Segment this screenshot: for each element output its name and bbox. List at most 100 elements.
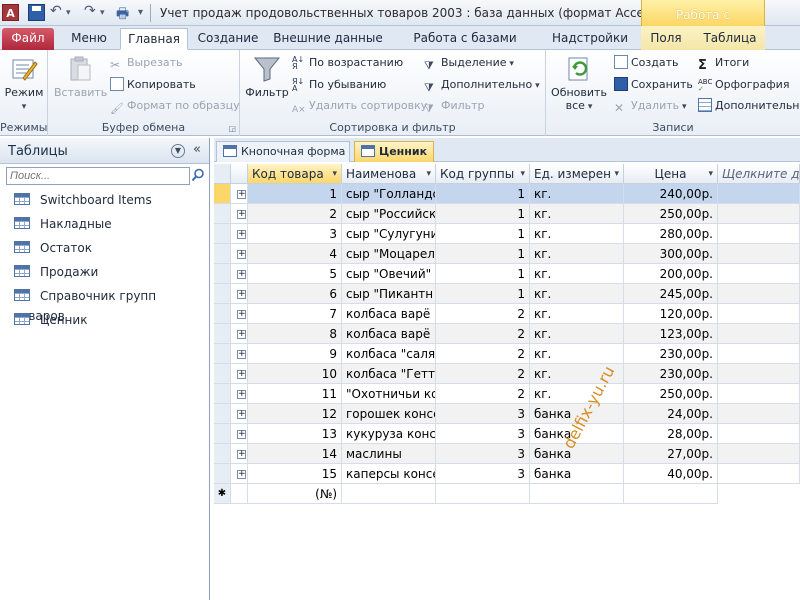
cell-group-code[interactable]: 1 [436,284,530,304]
print-icon[interactable]: 🖶 [116,3,129,27]
expand-plus-icon[interactable]: + [237,450,246,459]
cell-product-code[interactable]: 14 [248,444,342,464]
row-selector[interactable] [214,404,231,424]
select-all-corner[interactable] [214,164,231,184]
remove-sort-button[interactable]: A⨯ Удалить сортировку [292,97,427,115]
selection-button[interactable]: ⧩ Выделение [424,54,514,72]
row-selector[interactable] [214,244,231,264]
undo-icon[interactable]: ↶ [50,3,62,19]
nav-item-price-list[interactable]: Ценник [14,310,87,330]
expand-plus-icon[interactable]: + [237,470,246,479]
cell-price[interactable]: 28,00р. [624,424,718,444]
cell-name[interactable]: сыр "Российск [342,204,436,224]
new-record-cell[interactable] [530,484,624,504]
cell-price[interactable]: 230,00р. [624,344,718,364]
cell-add-field[interactable] [718,444,800,464]
cell-add-field[interactable] [718,344,800,364]
cell-add-field[interactable] [718,244,800,264]
cell-name[interactable]: сыр "Голландс [342,184,436,204]
cell-product-code[interactable]: 10 [248,364,342,384]
cell-unit[interactable]: кг. [530,184,624,204]
undo-dropdown-icon[interactable]: ▾ [66,8,71,18]
row-selector[interactable] [214,304,231,324]
new-record-cell[interactable] [624,484,718,504]
new-record-autonumber[interactable]: (№) [248,484,342,504]
copy-button[interactable]: Копировать [110,76,196,94]
cell-product-code[interactable]: 15 [248,464,342,484]
cell-group-code[interactable]: 1 [436,244,530,264]
cell-product-code[interactable]: 7 [248,304,342,324]
row-selector[interactable] [214,284,231,304]
cell-group-code[interactable]: 3 [436,444,530,464]
cell-add-field[interactable] [718,384,800,404]
tab-menu[interactable]: Меню [64,28,114,50]
cell-name[interactable]: маслины [342,444,436,464]
new-record-icon[interactable]: ✱ [214,484,231,504]
cell-price[interactable]: 240,00р. [624,184,718,204]
expand-plus-icon[interactable]: + [237,410,246,419]
row-selector[interactable] [214,224,231,244]
cell-group-code[interactable]: 1 [436,184,530,204]
expand-plus-icon[interactable]: + [237,230,246,239]
nav-item-switchboard-items[interactable]: Switchboard Items [14,190,152,210]
cell-product-code[interactable]: 3 [248,224,342,244]
cell-name[interactable]: сыр "Пикантн [342,284,436,304]
cell-group-code[interactable]: 2 [436,344,530,364]
cell-unit[interactable]: банка [530,464,624,484]
cell-name[interactable]: сыр "Моцарел [342,244,436,264]
doctab-price-list[interactable]: Ценник [354,141,434,162]
cell-unit[interactable]: кг. [530,264,624,284]
customize-toolbar-icon[interactable]: ▾ [138,7,143,18]
filter-button[interactable]: Фильтр [244,54,290,99]
cell-price[interactable]: 250,00р. [624,384,718,404]
cell-group-code[interactable]: 1 [436,264,530,284]
cell-unit[interactable]: кг. [530,244,624,264]
cell-product-code[interactable]: 9 [248,344,342,364]
toggle-filter-button[interactable]: ⧩ Фильтр [424,97,485,115]
cell-unit[interactable]: кг. [530,344,624,364]
column-header-unit[interactable]: Ед. измерен [530,164,624,184]
cell-name[interactable]: сыр "Овечий" [342,264,436,284]
expand-plus-icon[interactable]: + [237,370,246,379]
cell-name[interactable]: колбаса варё [342,324,436,344]
tab-table[interactable]: Таблица [700,28,760,50]
column-header-click-to-add[interactable]: Щелкните д [718,164,800,184]
cell-group-code[interactable]: 2 [436,384,530,404]
new-record-cell[interactable] [436,484,530,504]
dialog-launcher-icon[interactable]: ◲ [228,124,236,133]
cell-add-field[interactable] [718,204,800,224]
cell-name[interactable]: "Охотничьи ко [342,384,436,404]
cell-product-code[interactable]: 13 [248,424,342,444]
expand-plus-icon[interactable]: + [237,270,246,279]
nav-item-invoices[interactable]: Накладные [14,214,112,234]
row-selector[interactable] [214,344,231,364]
cell-product-code[interactable]: 2 [248,204,342,224]
cell-price[interactable]: 120,00р. [624,304,718,324]
save-record-button[interactable]: Сохранить [614,76,693,94]
row-selector[interactable] [214,184,231,204]
cell-price[interactable]: 24,00р. [624,404,718,424]
cell-product-code[interactable]: 4 [248,244,342,264]
cell-price[interactable]: 250,00р. [624,204,718,224]
cell-product-code[interactable]: 1 [248,184,342,204]
expand-plus-icon[interactable]: + [237,310,246,319]
cell-group-code[interactable]: 1 [436,224,530,244]
expand-plus-icon[interactable]: + [237,330,246,339]
cell-price[interactable]: 27,00р. [624,444,718,464]
cell-name[interactable]: колбаса варё [342,304,436,324]
view-button[interactable]: Режим [3,54,45,114]
cell-name[interactable]: кукуруза конс [342,424,436,444]
column-header-name[interactable]: Наименова [342,164,436,184]
delete-record-button[interactable]: ✕ Удалить [614,97,687,115]
cell-group-code[interactable]: 1 [436,204,530,224]
nav-item-product-groups[interactable]: Справочник групп товаров [14,286,209,323]
refresh-all-button[interactable]: Обновить все [550,54,608,114]
cell-group-code[interactable]: 3 [436,424,530,444]
cell-name[interactable]: колбаса "Гетт [342,364,436,384]
cell-add-field[interactable] [718,464,800,484]
paste-button[interactable]: Вставить [54,54,107,99]
cell-add-field[interactable] [718,184,800,204]
expand-plus-icon[interactable]: + [237,190,246,199]
cell-unit[interactable]: кг. [530,204,624,224]
cell-add-field[interactable] [718,324,800,344]
